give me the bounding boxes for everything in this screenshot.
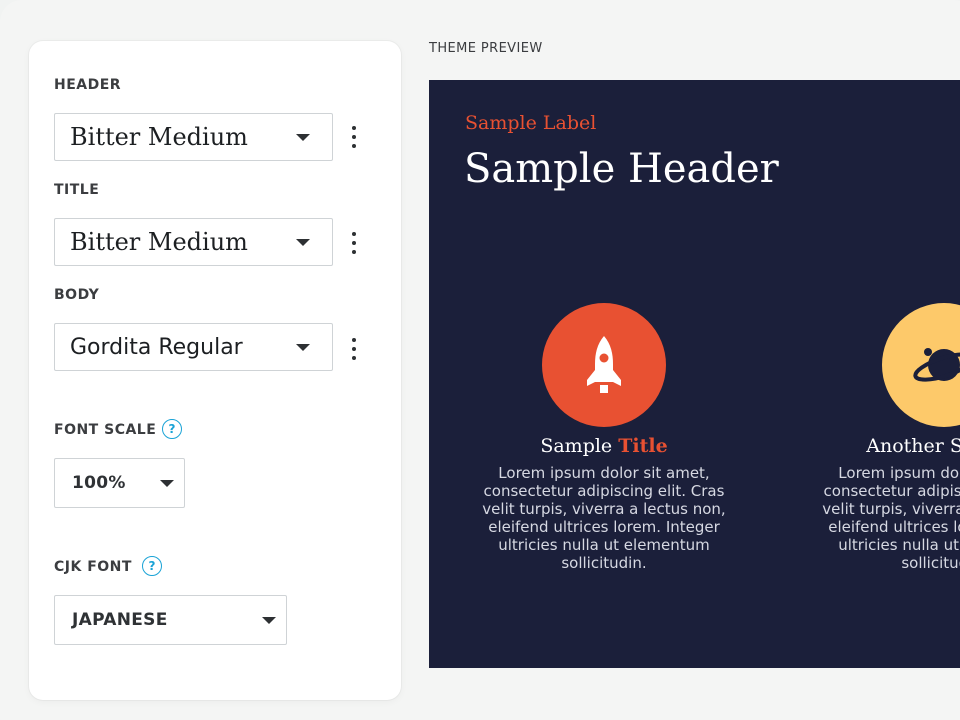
chevron-down-icon — [160, 480, 174, 487]
header-font-more-icon[interactable] — [349, 126, 359, 148]
feature-title: Sample Title — [540, 435, 668, 457]
title-font-more-icon[interactable] — [349, 232, 359, 254]
theme-preview-canvas: Sample Label Sample Header Sample Title … — [429, 80, 960, 668]
feature-body: Lorem ipsum dolor sit amet, consectetur … — [822, 464, 960, 572]
chevron-down-icon — [296, 134, 310, 141]
font-scale-select[interactable]: 100% — [54, 458, 185, 508]
cjk-font-value: JAPANESE — [72, 610, 168, 630]
chevron-down-icon — [262, 617, 276, 624]
body-font-value: Gordita Regular — [70, 334, 243, 360]
body-font-select[interactable]: Gordita Regular — [54, 323, 333, 371]
header-font-label: HEADER — [54, 77, 122, 93]
body-font-more-icon[interactable] — [349, 338, 359, 360]
chevron-down-icon — [296, 239, 310, 246]
feature-card: Sample Title Lorem ipsum dolor sit amet,… — [464, 303, 744, 572]
cjk-font-help-icon[interactable]: ? — [142, 556, 162, 576]
feature-card: Another Sample Lorem ipsum dolor sit ame… — [804, 303, 960, 572]
title-font-select[interactable]: Bitter Medium — [54, 218, 333, 266]
chevron-down-icon — [296, 344, 310, 351]
feature-title: Another Sample — [866, 435, 960, 457]
cjk-font-select[interactable]: JAPANESE — [54, 595, 287, 645]
font-scale-help-icon[interactable]: ? — [162, 419, 182, 439]
sample-label: Sample Label — [465, 112, 597, 134]
title-font-label: TITLE — [54, 182, 100, 198]
font-scale-label: FONT SCALE — [54, 422, 157, 438]
font-scale-value: 100% — [72, 473, 126, 493]
sample-header: Sample Header — [464, 146, 779, 192]
cjk-font-label: CJK FONT — [54, 559, 132, 575]
rocket-icon — [542, 303, 666, 427]
header-font-value: Bitter Medium — [70, 123, 248, 151]
feature-body: Lorem ipsum dolor sit amet, consectetur … — [482, 464, 726, 572]
body-font-label: BODY — [54, 287, 100, 303]
title-font-value: Bitter Medium — [70, 228, 248, 256]
theme-preview-heading: THEME PREVIEW — [429, 41, 543, 56]
planet-icon — [882, 303, 960, 427]
header-font-select[interactable]: Bitter Medium — [54, 113, 333, 161]
